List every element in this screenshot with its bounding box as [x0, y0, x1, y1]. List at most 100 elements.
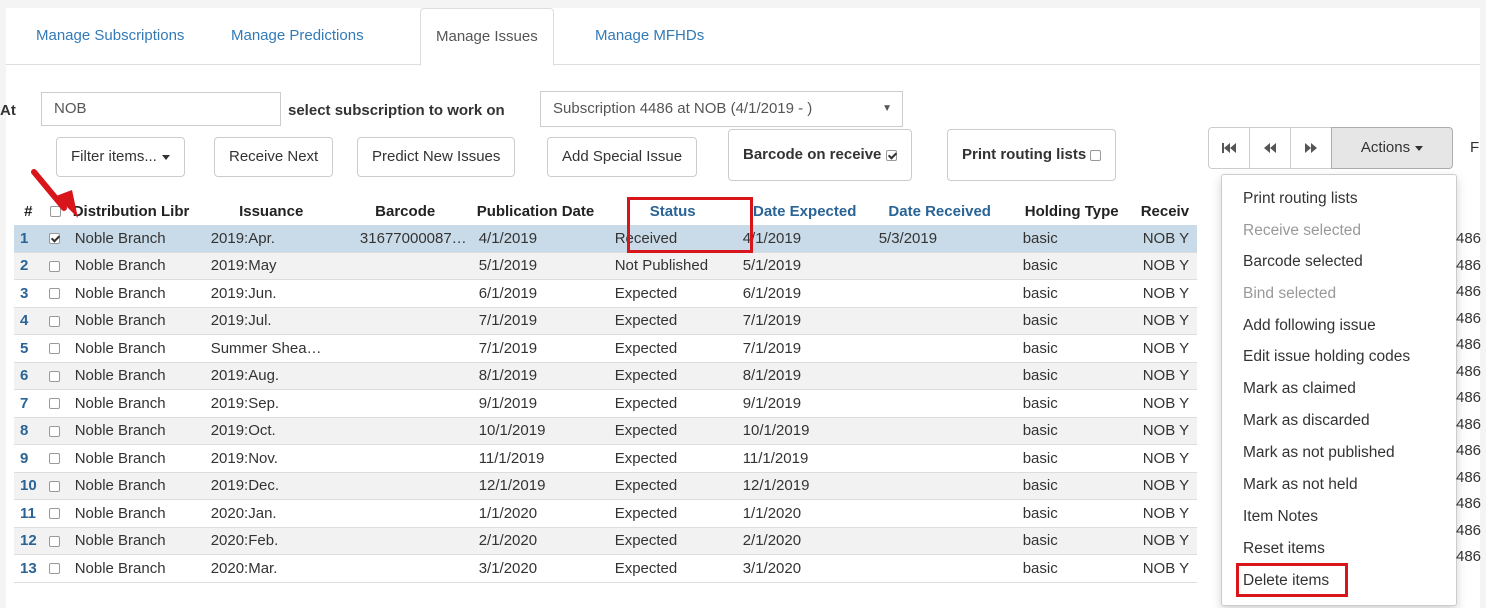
menu-item-mark-as-claimed[interactable]: Mark as claimed [1243, 380, 1356, 398]
cell-barcode [337, 444, 473, 473]
table-row[interactable]: 8 Noble Branch 2019:Oct. 10/1/2019 Expected 1… [14, 417, 1197, 445]
row-select-checkbox[interactable] [48, 535, 60, 547]
cell-publication-date: 8/1/2019 [472, 362, 609, 390]
col-header-date-expected[interactable]: Date Expected [737, 197, 873, 225]
table-row[interactable]: 2 Noble Branch 2019:May 5/1/2019 Not Publish… [14, 252, 1197, 280]
menu-item-add-following-issue[interactable]: Add following issue [1243, 317, 1376, 335]
filter-items-label: Filter items... [71, 148, 157, 165]
cell-cut-off-id: 486 [1456, 521, 1482, 539]
print-routing-lists-toggle[interactable]: Print routing lists [947, 129, 1117, 181]
table-row[interactable]: 6 Noble Branch 2019:Aug. 8/1/2019 Expected 8/… [14, 362, 1197, 390]
menu-item-mark-as-discarded[interactable]: Mark as discarded [1243, 412, 1370, 430]
menu-item-mark-as-not-held[interactable]: Mark as not held [1243, 476, 1358, 494]
col-header-barcode[interactable]: Barcode [338, 197, 473, 225]
cell-barcode [337, 252, 473, 280]
add-special-issue-button[interactable]: Add Special Issue [547, 137, 698, 177]
subscription-select[interactable]: Subscription 4486 at NOB (4/1/2019 - ) ▼ [540, 91, 903, 127]
receive-next-button[interactable]: Receive Next [214, 137, 334, 177]
row-select-checkbox[interactable] [48, 480, 60, 492]
menu-item-item-notes[interactable]: Item Notes [1243, 508, 1318, 526]
table-row[interactable]: 5 Noble Branch Summer Shea… 7/1/2019 Expecte… [14, 334, 1197, 363]
select-subscription-label: select subscription to work on [288, 102, 505, 119]
menu-item-reset-items[interactable]: Reset items [1243, 540, 1325, 558]
row-checkbox[interactable] [42, 499, 69, 528]
col-header-holding-type[interactable]: Holding Type [1007, 197, 1137, 225]
cell-barcode [337, 472, 473, 500]
row-checkbox[interactable] [42, 444, 69, 473]
row-select-checkbox[interactable] [48, 453, 60, 465]
cell-status: Expected [608, 554, 737, 583]
cell-status: Expected [608, 527, 737, 555]
row-checkbox[interactable] [42, 362, 69, 390]
previous-page-icon[interactable] [1249, 127, 1291, 169]
cell-barcode [337, 362, 473, 390]
row-select-checkbox[interactable] [48, 508, 60, 520]
actions-button[interactable]: Actions [1331, 127, 1453, 169]
row-checkbox[interactable] [42, 389, 69, 418]
row-select-checkbox[interactable] [48, 315, 60, 327]
row-select-checkbox[interactable] [48, 370, 60, 382]
barcode-on-receive-checkbox[interactable] [885, 149, 897, 161]
table-row[interactable]: 9 Noble Branch 2019:Nov. 11/1/2019 Expected 1… [14, 444, 1197, 473]
cell-holding-type: basic [1006, 554, 1137, 583]
cell-date-expected: 6/1/2019 [736, 279, 873, 308]
predict-new-issues-button[interactable]: Predict New Issues [357, 137, 516, 177]
row-checkbox[interactable] [42, 334, 69, 363]
row-number: 8 [14, 417, 43, 445]
table-row[interactable]: 3 Noble Branch 2019:Jun. 6/1/2019 Expected 6/… [14, 279, 1197, 308]
menu-item-receive-selected[interactable]: Receive selected [1243, 222, 1361, 240]
row-select-checkbox[interactable] [48, 563, 60, 575]
cell-issuance: 2020:Jan. [204, 499, 338, 528]
row-checkbox[interactable] [42, 252, 69, 280]
row-checkbox[interactable] [42, 417, 69, 445]
table-row[interactable]: 13 Noble Branch 2020:Mar. 3/1/2020 Expected 3… [14, 554, 1197, 583]
print-routing-lists-checkbox[interactable] [1090, 149, 1102, 161]
cell-issuance: 2019:Apr. [204, 225, 338, 253]
tab-manage-issues[interactable]: Manage Issues [420, 8, 554, 66]
row-checkbox[interactable] [42, 225, 69, 253]
table-row[interactable]: 4 Noble Branch 2019:Jul. 7/1/2019 Expected 7/… [14, 307, 1197, 335]
row-checkbox[interactable] [42, 279, 69, 308]
col-header-library[interactable]: Distribution Libr [69, 197, 205, 225]
table-row[interactable]: 12 Noble Branch 2020:Feb. 2/1/2020 Expected 2… [14, 527, 1197, 555]
menu-item-bind-selected[interactable]: Bind selected [1243, 285, 1336, 303]
row-checkbox[interactable] [42, 307, 69, 335]
library-input[interactable]: NOB [41, 92, 281, 126]
table-row[interactable]: 10 Noble Branch 2019:Dec. 12/1/2019 Expected… [14, 472, 1197, 500]
row-number: 2 [14, 252, 43, 280]
cell-date-received [872, 444, 1007, 473]
row-checkbox[interactable] [42, 472, 69, 500]
cell-holding-type: basic [1006, 252, 1137, 280]
menu-item-print-routing-lists[interactable]: Print routing lists [1243, 190, 1358, 208]
tab-manage-predictions[interactable]: Manage Predictions [216, 8, 379, 63]
next-page-icon[interactable] [1290, 127, 1332, 169]
tab-manage-subscriptions[interactable]: Manage Subscriptions [21, 8, 199, 63]
menu-item-mark-as-not-published[interactable]: Mark as not published [1243, 444, 1395, 462]
cell-holding-type: basic [1006, 225, 1137, 253]
table-row[interactable]: 1 Noble Branch 2019:Apr. 31677000087… 4/1/20… [14, 225, 1197, 253]
col-header-receiving[interactable]: Receiv [1137, 197, 1197, 225]
row-select-checkbox[interactable] [48, 260, 60, 272]
row-select-checkbox[interactable] [48, 233, 60, 245]
cell-receiving: NOB Y [1136, 279, 1197, 308]
row-select-checkbox[interactable] [48, 425, 60, 437]
col-header-issuance[interactable]: Issuance [205, 197, 338, 225]
menu-item-barcode-selected[interactable]: Barcode selected [1243, 253, 1363, 271]
first-page-icon[interactable] [1208, 127, 1250, 169]
row-select-checkbox[interactable] [48, 288, 60, 300]
cell-date-expected: 2/1/2020 [736, 527, 873, 555]
col-header-date-received[interactable]: Date Received [873, 197, 1007, 225]
cell-status: Expected [608, 444, 737, 473]
row-select-checkbox[interactable] [48, 343, 60, 355]
menu-item-edit-issue-holding-codes[interactable]: Edit issue holding codes [1243, 348, 1410, 366]
col-header-publication-date[interactable]: Publication Date [473, 197, 609, 225]
row-checkbox[interactable] [42, 554, 69, 583]
table-row[interactable]: 7 Noble Branch 2019:Sep. 9/1/2019 Expected 9/… [14, 389, 1197, 418]
cell-date-received [872, 417, 1007, 445]
row-select-checkbox[interactable] [48, 398, 60, 410]
barcode-on-receive-toggle[interactable]: Barcode on receive [728, 129, 912, 181]
row-checkbox[interactable] [42, 527, 69, 555]
table-row[interactable]: 11 Noble Branch 2020:Jan. 1/1/2020 Expected 1… [14, 499, 1197, 528]
tab-manage-mfhds[interactable]: Manage MFHDs [580, 8, 719, 63]
cell-barcode [337, 499, 473, 528]
